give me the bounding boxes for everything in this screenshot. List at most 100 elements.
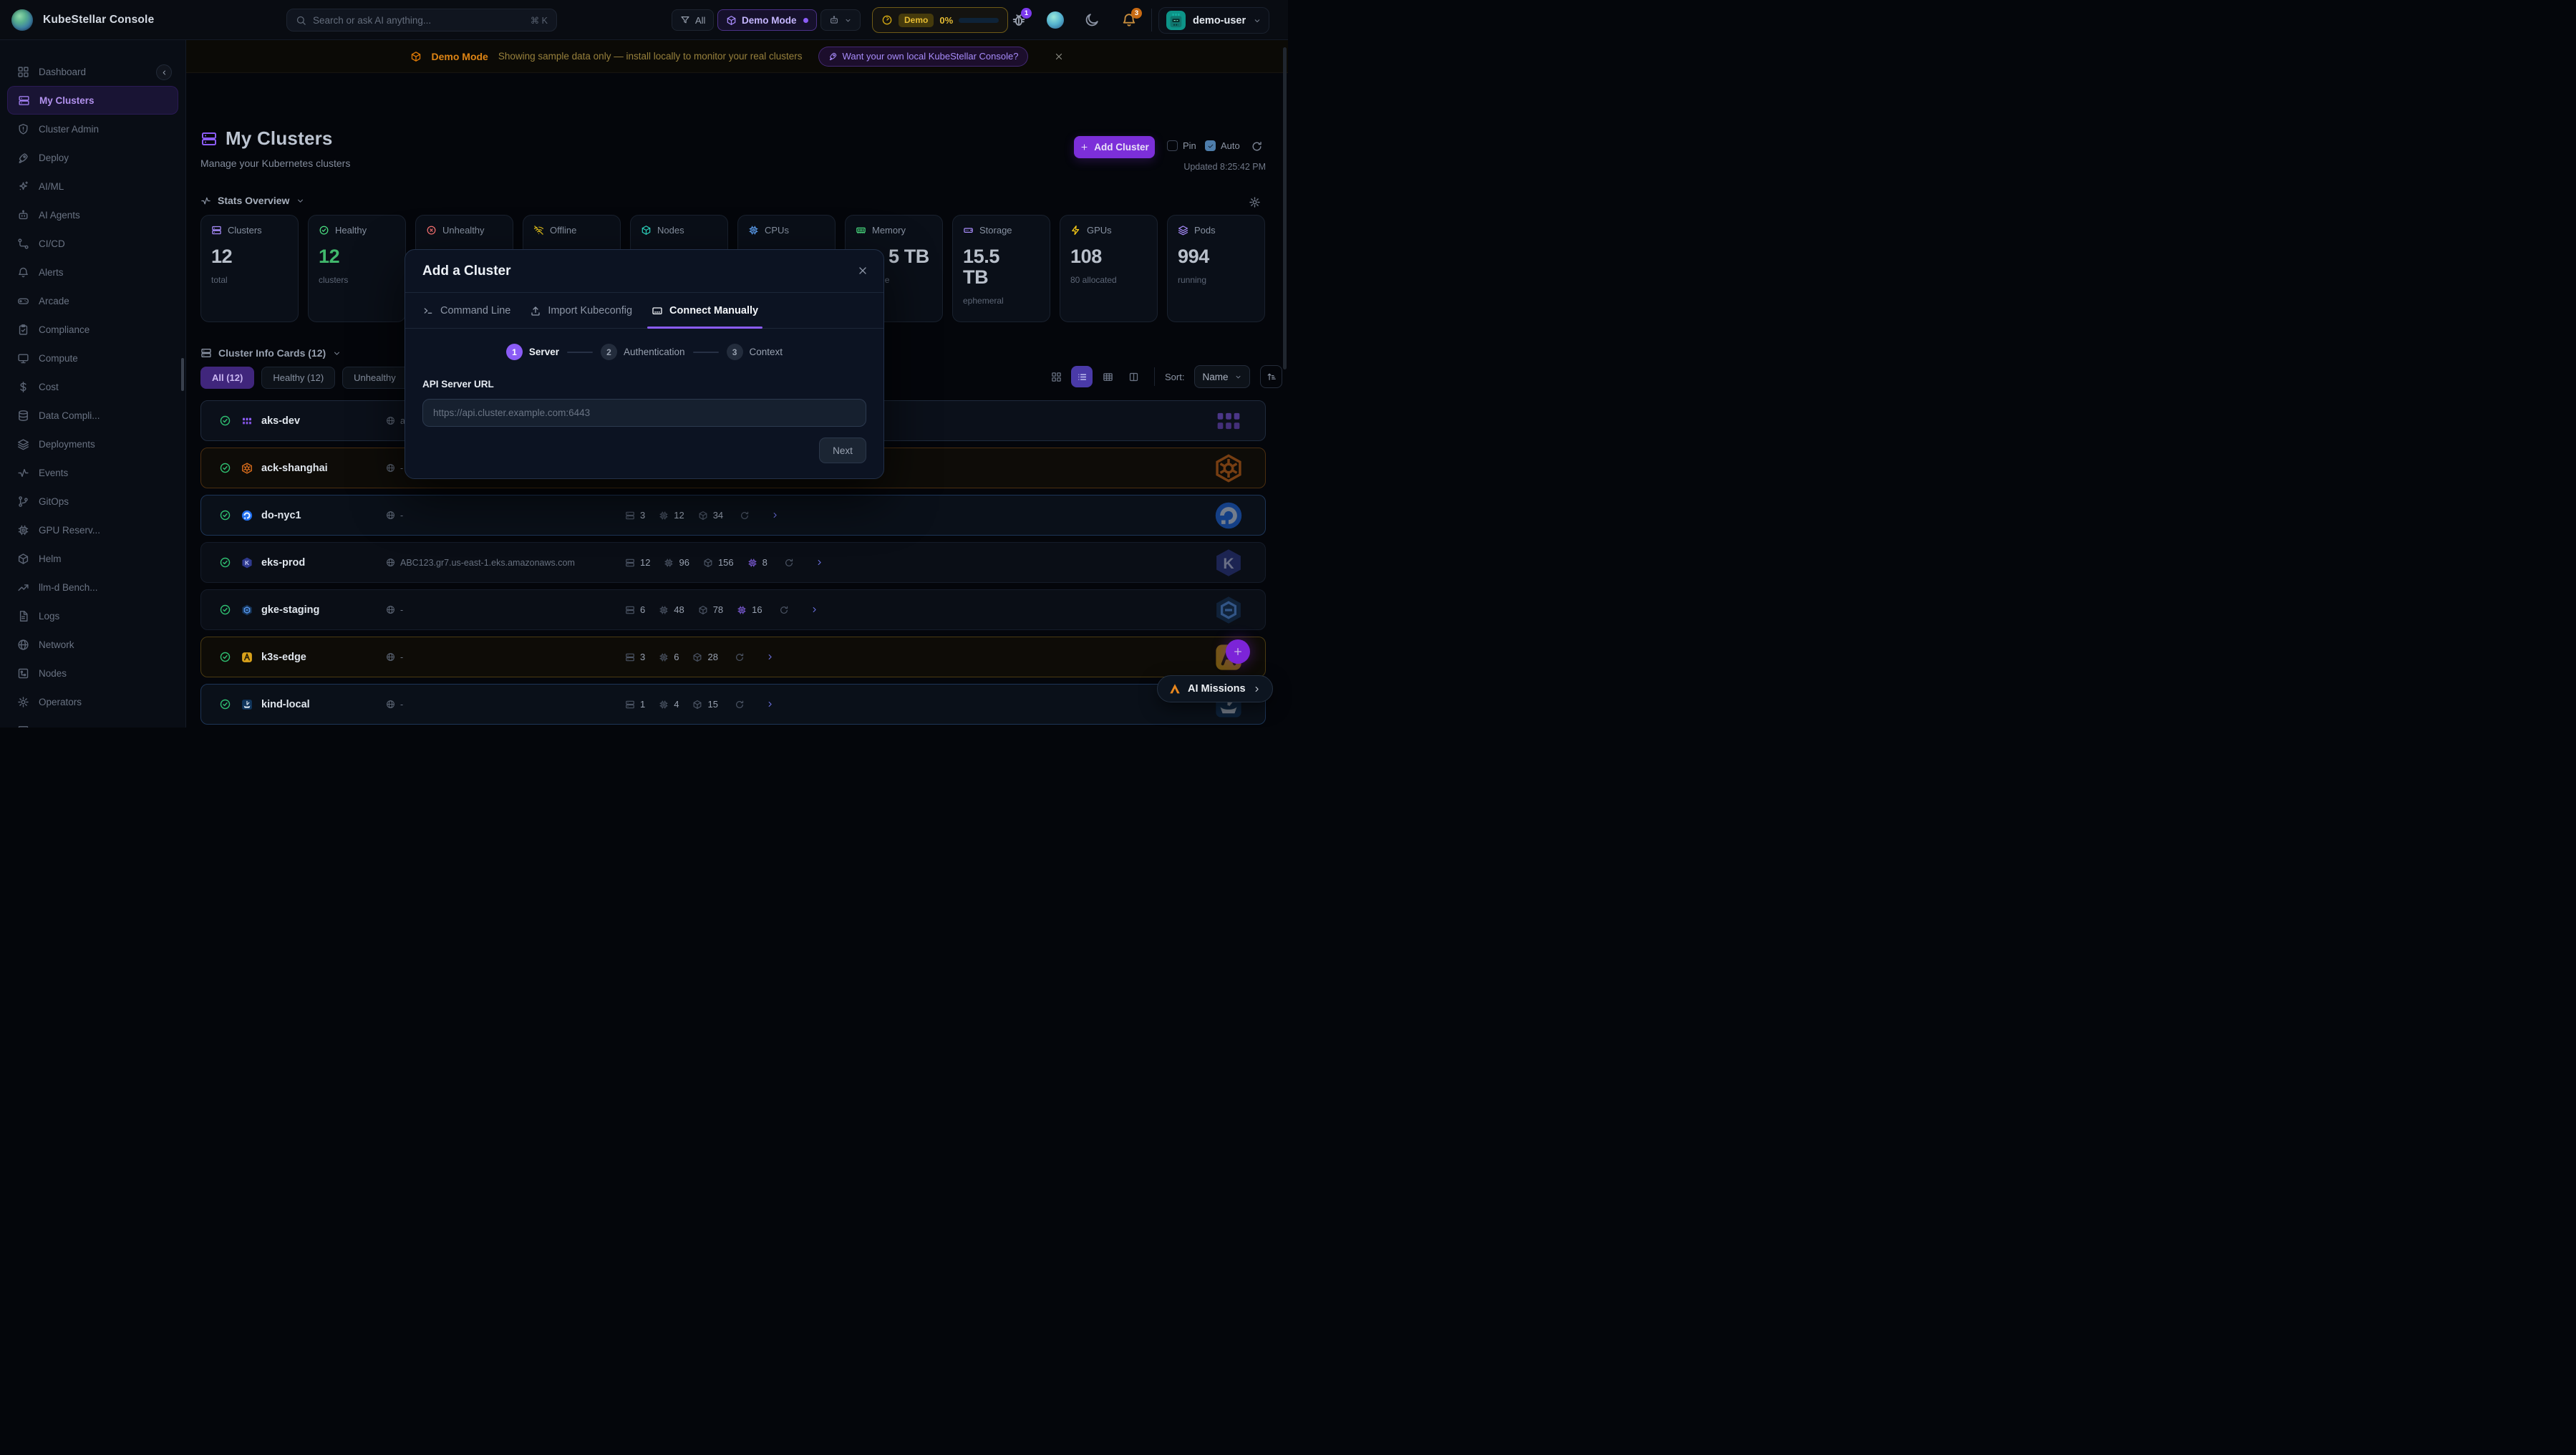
modal-close-icon[interactable] [857, 265, 868, 276]
grid-view-button[interactable] [1045, 366, 1067, 387]
sort-select[interactable]: Name [1194, 365, 1250, 388]
row-refresh-icon[interactable] [735, 700, 745, 710]
cluster-endpoint: ABC123.gr7.us-east-1.eks.amazonaws.com [386, 558, 575, 568]
chevron-down-icon [296, 196, 305, 206]
filter-pill-all-12[interactable]: All (12) [200, 367, 254, 389]
banner-close-icon[interactable] [1054, 52, 1064, 62]
global-search[interactable]: ⌘ K [286, 9, 557, 32]
cluster-name: do-nyc1 [261, 510, 301, 521]
pin-checkbox[interactable]: Pin [1167, 140, 1196, 151]
sidebar-item-deploy[interactable]: Deploy [7, 143, 178, 172]
quick-actions-button[interactable] [820, 9, 861, 31]
sort-direction-button[interactable] [1260, 365, 1282, 388]
row-chevron-right-icon[interactable] [765, 700, 775, 709]
banner-cta-button[interactable]: Want your own local KubeStellar Console? [818, 47, 1029, 67]
sidebar-item-my-clusters[interactable]: My Clusters [7, 86, 178, 115]
sidebar-item-cost[interactable]: Cost [7, 372, 178, 401]
stat-cpus: 96 [664, 557, 689, 568]
modal-tab-import-kubeconfig[interactable]: Import Kubeconfig [530, 293, 632, 328]
sidebar-item-nodes[interactable]: Nodes [7, 659, 178, 687]
table-view-button[interactable] [1097, 366, 1118, 387]
row-refresh-icon[interactable] [735, 652, 745, 662]
demo-usage-pill[interactable]: Demo 0% [872, 7, 1008, 33]
sidebar-scrollbar[interactable] [181, 358, 184, 391]
row-chevron-right-icon[interactable] [765, 652, 775, 662]
ai-missions-button[interactable]: AI Missions [1157, 675, 1273, 702]
list-view-button[interactable] [1071, 366, 1093, 387]
row-refresh-icon[interactable] [784, 558, 794, 568]
stats-overview-toggle[interactable]: Stats Overview [200, 195, 305, 206]
step-label: Authentication [624, 347, 685, 357]
sidebar-item-ai-ml[interactable]: AI/ML [7, 172, 178, 200]
wifioff-icon [533, 225, 544, 236]
cluster-row-eks-prod[interactable]: Keks-prodABC123.gr7.us-east-1.eks.amazon… [200, 542, 1266, 583]
sidebar-item-events[interactable]: Events [7, 458, 178, 487]
sidebar-item-logs[interactable]: Logs [7, 601, 178, 630]
page-scrollbar[interactable] [1283, 47, 1287, 369]
cube-icon [692, 700, 702, 710]
cluster-row-k3s-edge[interactable]: k3s-edge-3628 [200, 637, 1266, 677]
server-icon [625, 511, 635, 521]
stats-settings-button[interactable] [1249, 196, 1261, 208]
bug-report-button[interactable]: 1 [1011, 12, 1027, 28]
modal-tab-command-line[interactable]: Command Line [422, 293, 510, 328]
row-chevron-right-icon[interactable] [770, 511, 780, 520]
username: demo-user [1193, 15, 1246, 26]
filter-pill-healthy-12[interactable]: Healthy (12) [261, 367, 335, 389]
sidebar-item-gitops[interactable]: GitOps [7, 487, 178, 516]
sidebar-item-arcade[interactable]: Arcade [7, 286, 178, 315]
row-chevron-right-icon[interactable] [815, 558, 824, 567]
stat-label: CPUs [765, 225, 789, 236]
sidebar-item-deployments[interactable]: Deployments [7, 430, 178, 458]
sidebar-item-llm-d-bench[interactable]: llm-d Bench... [7, 573, 178, 601]
sidebar-item-helm[interactable]: Helm [7, 544, 178, 573]
next-button[interactable]: Next [819, 438, 866, 463]
sidebar-item-label: Network [39, 639, 74, 650]
sidebar-item-data-compli[interactable]: Data Compli... [7, 401, 178, 430]
sidebar-item-cluster-admin[interactable]: Cluster Admin [7, 115, 178, 143]
add-cluster-fab[interactable] [1226, 639, 1250, 664]
add-cluster-button[interactable]: Add Cluster [1074, 136, 1155, 158]
cluster-row-gke-staging[interactable]: gke-staging-6487816 [200, 589, 1266, 630]
globe-icon [386, 463, 395, 473]
sphere-button[interactable] [1047, 11, 1064, 29]
bot-icon [17, 209, 29, 221]
sidebar-item-ai-agents[interactable]: AI Agents [7, 200, 178, 229]
azure-provider-icon [241, 415, 253, 427]
search-input[interactable] [313, 15, 524, 26]
cluster-info-cards-toggle[interactable]: Cluster Info Cards (12) [200, 347, 342, 359]
cluster-name: aks-dev [261, 415, 300, 427]
row-refresh-icon[interactable] [779, 605, 789, 615]
chevron-left-icon [160, 69, 168, 77]
stat-sub: running [1178, 275, 1254, 285]
sidebar-collapse-button[interactable] [156, 64, 172, 80]
sidebar-item-compliance[interactable]: Compliance [7, 315, 178, 344]
sidebar-item-ci-cd[interactable]: CI/CD [7, 229, 178, 258]
moon-icon [1084, 12, 1100, 28]
auto-refresh-checkbox[interactable]: Auto [1205, 140, 1240, 151]
user-menu[interactable]: demo-user [1158, 7, 1269, 34]
modal-tab-connect-manually[interactable]: Connect Manually [652, 293, 758, 328]
sidebar-item-partial[interactable] [7, 716, 178, 728]
workflow-icon [17, 238, 29, 250]
stat-label: Offline [550, 225, 576, 236]
sidebar-item-compute[interactable]: Compute [7, 344, 178, 372]
filter-all-button[interactable]: All [672, 9, 714, 31]
sidebar-item-gpu-reserv[interactable]: GPU Reserv... [7, 516, 178, 544]
refresh-button[interactable] [1251, 140, 1263, 153]
notifications-button[interactable]: 3 [1121, 12, 1137, 28]
cluster-row-stats: 3628 [625, 652, 775, 662]
sidebar-item-dashboard[interactable]: Dashboard [7, 57, 178, 86]
sidebar-item-network[interactable]: Network [7, 630, 178, 659]
notifications-badge: 3 [1131, 8, 1142, 19]
row-chevron-right-icon[interactable] [810, 605, 819, 614]
demo-mode-button[interactable]: Demo Mode [717, 9, 817, 31]
api-server-url-input[interactable] [422, 399, 866, 427]
cluster-row-kind-local[interactable]: kind-local-1415 [200, 684, 1266, 725]
sidebar-item-alerts[interactable]: Alerts [7, 258, 178, 286]
sidebar-item-operators[interactable]: Operators [7, 687, 178, 716]
theme-toggle-button[interactable] [1084, 12, 1100, 28]
columns-view-button[interactable] [1123, 366, 1144, 387]
row-refresh-icon[interactable] [740, 511, 750, 521]
cluster-row-do-nyc1[interactable]: do-nyc1-31234 [200, 495, 1266, 536]
